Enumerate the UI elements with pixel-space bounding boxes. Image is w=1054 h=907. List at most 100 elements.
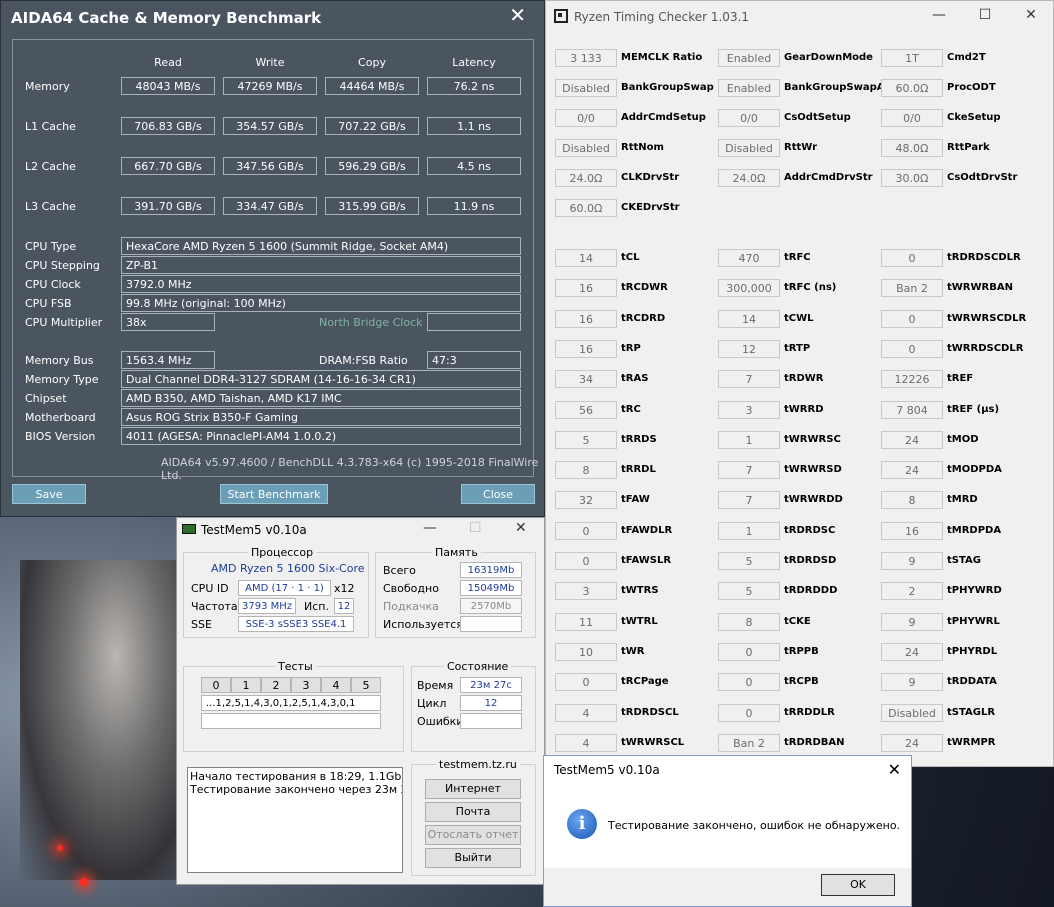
timing-label: tRAS	[621, 373, 649, 385]
close-icon[interactable]: ✕	[509, 3, 526, 27]
timing-label: tWRWRSC	[784, 433, 841, 445]
test-tab-5[interactable]: 5	[351, 677, 381, 693]
timing-value: 0	[555, 552, 617, 570]
timing-label: Cmd2T	[947, 52, 986, 63]
timing-value: 0	[555, 673, 617, 692]
timing-label: tREF	[947, 373, 974, 385]
timing-value: 2	[881, 582, 943, 601]
l2-latency: 4.5 ns	[427, 157, 521, 175]
timing-value: 8	[718, 612, 780, 631]
timing-label: tWTRS	[621, 585, 659, 597]
row-label: L2 Cache	[25, 160, 76, 173]
maximize-icon[interactable]: ☐	[975, 7, 995, 23]
l2-copy: 596.29 GB/s	[325, 157, 419, 175]
test-tab-4[interactable]: 4	[321, 677, 351, 693]
timing-label: AddrCmdDrvStr	[784, 172, 873, 183]
test-tab-1[interactable]: 1	[231, 677, 261, 693]
timing-value: 9	[881, 552, 943, 570]
exit-button[interactable]: Выйти	[425, 848, 521, 868]
maximize-icon: ☐	[469, 520, 482, 536]
timing-label: tRP	[621, 342, 641, 354]
timing-value: 9	[881, 612, 943, 631]
info-label: CPU FSB	[25, 297, 72, 310]
memory-read: 48043 MB/s	[121, 77, 215, 95]
l1-read: 706.83 GB/s	[121, 117, 215, 135]
dialog-title: TestMem5 v0.10a	[554, 763, 660, 777]
log-output[interactable]: Начало тестирования в 18:29, 1.1Gb x12 Т…	[187, 767, 403, 873]
timing-label: tRDRDSC	[784, 524, 836, 536]
close-icon[interactable]: ✕	[515, 520, 527, 536]
timing-value: Disabled	[555, 139, 617, 157]
test-tab-2[interactable]: 2	[261, 677, 291, 693]
timing-value: 11	[555, 612, 617, 631]
timing-label: tWRWRBAN	[947, 282, 1013, 294]
timing-label: tWRRD	[784, 403, 824, 415]
timing-value: 12	[718, 339, 780, 358]
timing-value: 48.0Ω	[881, 139, 943, 157]
timing-label: BankGroupSwap	[621, 82, 714, 93]
timing-label: tMODPDA	[947, 464, 1002, 476]
testmem5-window: TestMem5 v0.10a — ☐ ✕ Процессор AMD Ryze…	[176, 517, 545, 885]
timing-label: tRRDDLR	[784, 706, 835, 718]
mail-button[interactable]: Почта	[425, 802, 521, 822]
timing-label: tRTP	[784, 342, 811, 354]
start-benchmark-button[interactable]: Start Benchmark	[220, 484, 328, 504]
l3-read: 391.70 GB/s	[121, 197, 215, 215]
timing-value: Disabled	[555, 79, 617, 97]
ok-button[interactable]: OK	[821, 874, 895, 896]
l3-latency: 11.9 ns	[427, 197, 521, 215]
timing-label: RttPark	[947, 142, 990, 153]
timing-label: tMRDPDA	[947, 524, 1002, 536]
minimize-icon[interactable]: —	[929, 7, 949, 23]
timing-value: 0/0	[881, 109, 943, 127]
dialog-footer: OK	[544, 868, 911, 906]
timing-label: tRDRDSCL	[621, 706, 679, 718]
timing-value: 24.0Ω	[555, 169, 617, 187]
timing-label: tWRWRDD	[784, 494, 843, 506]
cpu-fsb-value: 99.8 MHz (original: 100 MHz)	[121, 294, 521, 312]
close-icon[interactable]: ✕	[1021, 7, 1041, 23]
timing-label: BankGroupSwapAlt	[784, 82, 893, 93]
timing-label: CsOdtDrvStr	[947, 172, 1018, 183]
wallpaper-glow	[57, 845, 63, 851]
frequency-value: 3793 MHz	[238, 598, 296, 614]
test-tab-0[interactable]: 0	[201, 677, 231, 693]
info-label: CPU Clock	[25, 278, 81, 291]
completion-dialog: TestMem5 v0.10a ✕ i Тестирование законче…	[543, 755, 912, 907]
l3-copy: 315.99 GB/s	[325, 197, 419, 215]
use-threads-input[interactable]: 12	[334, 598, 354, 614]
timing-label: RttNom	[621, 142, 664, 153]
memory-chip-icon	[182, 524, 196, 534]
cpu-group-label: Процессор	[248, 546, 317, 559]
column-header-read: Read	[154, 56, 182, 69]
timing-label: tPHYWRL	[947, 615, 1000, 627]
timing-value: 34	[555, 370, 617, 389]
timing-label: tFAW	[621, 494, 650, 506]
timing-value: 0	[881, 249, 943, 267]
site-group-label: testmem.tz.ru	[436, 758, 520, 771]
timing-label: tRDRDBAN	[784, 736, 845, 748]
timing-value: 1	[718, 430, 780, 449]
timing-label: tFAWSLR	[621, 555, 672, 566]
timing-label: tRDRDSCDLR	[947, 252, 1021, 263]
memory-bus-value: 1563.4 MHz	[121, 351, 215, 369]
timing-value: Disabled	[718, 139, 780, 157]
timing-value: 16	[555, 309, 617, 328]
timing-value: 3	[555, 582, 617, 601]
timing-label: AddrCmdSetup	[621, 112, 706, 123]
timing-label: tRRDL	[621, 464, 656, 476]
internet-button[interactable]: Интернет	[425, 779, 521, 799]
l1-write: 354.57 GB/s	[223, 117, 317, 135]
timing-label: CsOdtSetup	[784, 112, 851, 123]
timing-value: 14	[555, 249, 617, 267]
minimize-icon[interactable]: —	[423, 520, 437, 536]
cpuid-label: CPU ID	[191, 582, 229, 595]
l2-read: 667.70 GB/s	[121, 157, 215, 175]
save-button[interactable]: Save	[12, 484, 86, 504]
close-button[interactable]: Close	[461, 484, 535, 504]
log-line: Начало тестирования в 18:29, 1.1Gb x12	[190, 770, 403, 783]
swap-label: Подкачка	[383, 600, 439, 613]
timing-value: 16	[881, 521, 943, 540]
close-icon[interactable]: ✕	[888, 760, 901, 779]
test-tab-3[interactable]: 3	[291, 677, 321, 693]
